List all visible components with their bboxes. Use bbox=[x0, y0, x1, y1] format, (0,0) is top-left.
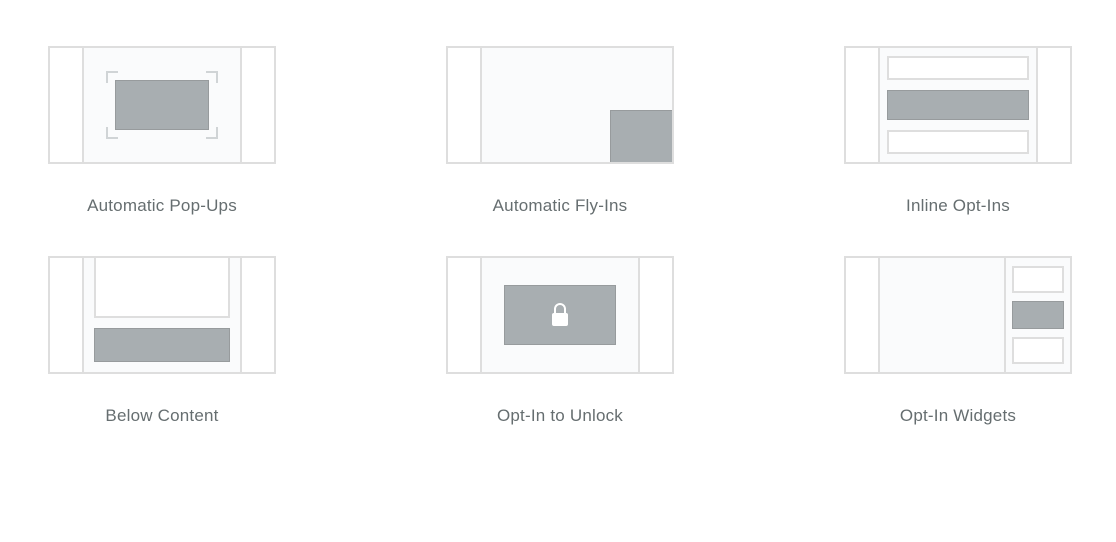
option-label: Inline Opt-Ins bbox=[906, 196, 1010, 216]
option-below-content[interactable]: Below Content bbox=[48, 256, 276, 426]
inline-content-block bbox=[887, 56, 1029, 80]
inline-optin-block bbox=[887, 90, 1029, 120]
preview-canvas bbox=[880, 48, 1036, 162]
optin-types-grid: Automatic Pop-Ups Automatic Fly-Ins Inli… bbox=[48, 46, 1068, 426]
option-label: Automatic Pop-Ups bbox=[87, 196, 237, 216]
preview-canvas bbox=[84, 48, 240, 162]
flyin-preview bbox=[446, 46, 674, 164]
widget-optin-slot bbox=[1012, 301, 1064, 328]
option-label: Opt-In to Unlock bbox=[497, 406, 623, 426]
preview-rail-right bbox=[240, 258, 274, 372]
preview-canvas bbox=[84, 258, 240, 372]
option-label: Automatic Fly-Ins bbox=[493, 196, 628, 216]
widget-slot bbox=[1012, 337, 1064, 364]
preview-rail-left bbox=[846, 258, 880, 372]
corner-marker-icon bbox=[106, 127, 118, 139]
preview-rail-left bbox=[448, 258, 482, 372]
corner-marker-icon bbox=[206, 71, 218, 83]
flyin-rectangle bbox=[610, 110, 672, 162]
below-content-block bbox=[94, 258, 230, 318]
widget-slot bbox=[1012, 266, 1064, 293]
unlock-preview bbox=[446, 256, 674, 374]
below-preview bbox=[48, 256, 276, 374]
widget-sidebar bbox=[1006, 258, 1070, 372]
popup-rectangle bbox=[115, 80, 209, 130]
option-automatic-popups[interactable]: Automatic Pop-Ups bbox=[48, 46, 276, 216]
preview-rail-left bbox=[846, 48, 880, 162]
inline-content-block bbox=[887, 130, 1029, 154]
widget-preview bbox=[844, 256, 1072, 374]
preview-canvas bbox=[482, 258, 638, 372]
option-inline-optins[interactable]: Inline Opt-Ins bbox=[844, 46, 1072, 216]
corner-marker-icon bbox=[206, 127, 218, 139]
preview-rail-right bbox=[1036, 48, 1070, 162]
inline-preview bbox=[844, 46, 1072, 164]
popup-preview bbox=[48, 46, 276, 164]
preview-rail-left bbox=[50, 48, 84, 162]
preview-canvas bbox=[482, 48, 672, 162]
option-widgets[interactable]: Opt-In Widgets bbox=[844, 256, 1072, 426]
preview-rail-left bbox=[50, 258, 84, 372]
option-label: Opt-In Widgets bbox=[900, 406, 1016, 426]
below-optin-bar bbox=[94, 328, 230, 362]
option-label: Below Content bbox=[105, 406, 218, 426]
lock-icon bbox=[549, 302, 571, 328]
corner-marker-icon bbox=[106, 71, 118, 83]
option-unlock[interactable]: Opt-In to Unlock bbox=[446, 256, 674, 426]
unlock-rectangle bbox=[504, 285, 616, 345]
option-automatic-flyins[interactable]: Automatic Fly-Ins bbox=[446, 46, 674, 216]
preview-rail-left bbox=[448, 48, 482, 162]
widget-main-area bbox=[880, 258, 1006, 372]
preview-rail-right bbox=[240, 48, 274, 162]
preview-rail-right bbox=[638, 258, 672, 372]
